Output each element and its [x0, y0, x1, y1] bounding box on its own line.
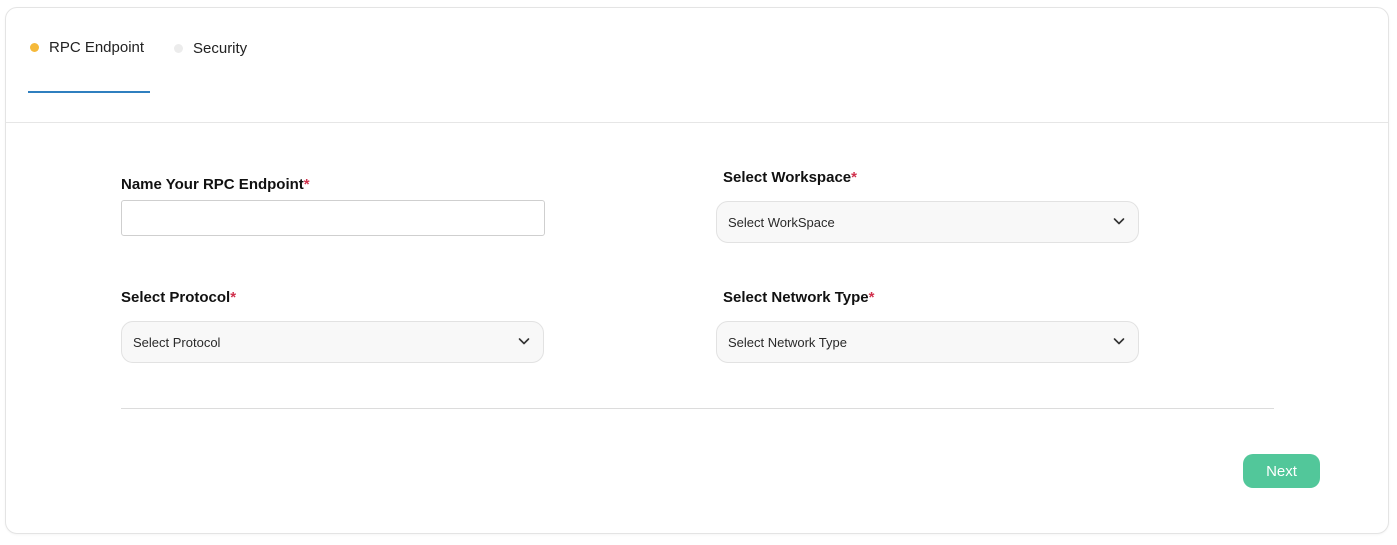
network-type-select[interactable]: Select Network Type [716, 321, 1139, 363]
tab-label: Security [193, 40, 248, 57]
form-divider [121, 408, 1274, 409]
tab-security[interactable]: Security [174, 40, 247, 57]
network-type-select-value: Select Network Type [728, 334, 847, 350]
name-field-label: Name Your RPC Endpoint* [121, 176, 310, 193]
protocol-field-label: Select Protocol* [121, 289, 237, 306]
step-tabs: RPC Endpoint Security [6, 8, 1388, 123]
protocol-select-value: Select Protocol [133, 334, 221, 350]
next-button[interactable]: Next [1243, 454, 1320, 488]
workspace-select[interactable]: Select WorkSpace [716, 201, 1139, 243]
workspace-select-value: Select WorkSpace [728, 214, 835, 230]
network-type-field-label: Select Network Type* [723, 289, 875, 306]
tab-label: RPC Endpoint [49, 39, 145, 56]
workspace-field-label: Select Workspace* [723, 169, 857, 186]
chevron-down-icon [1112, 214, 1126, 231]
required-mark: * [303, 176, 310, 193]
tab-rpc-endpoint[interactable]: RPC Endpoint [30, 39, 144, 56]
status-dot-icon [30, 43, 39, 52]
required-mark: * [230, 289, 237, 306]
active-tab-indicator [28, 91, 150, 93]
status-dot-icon [174, 44, 183, 53]
required-mark: * [868, 289, 875, 306]
form-card: RPC Endpoint Security Name Your RPC Endp… [5, 7, 1389, 534]
protocol-select[interactable]: Select Protocol [121, 321, 544, 363]
chevron-down-icon [1112, 334, 1126, 351]
chevron-down-icon [517, 334, 531, 351]
required-mark: * [851, 169, 857, 186]
endpoint-name-input[interactable] [121, 200, 545, 236]
